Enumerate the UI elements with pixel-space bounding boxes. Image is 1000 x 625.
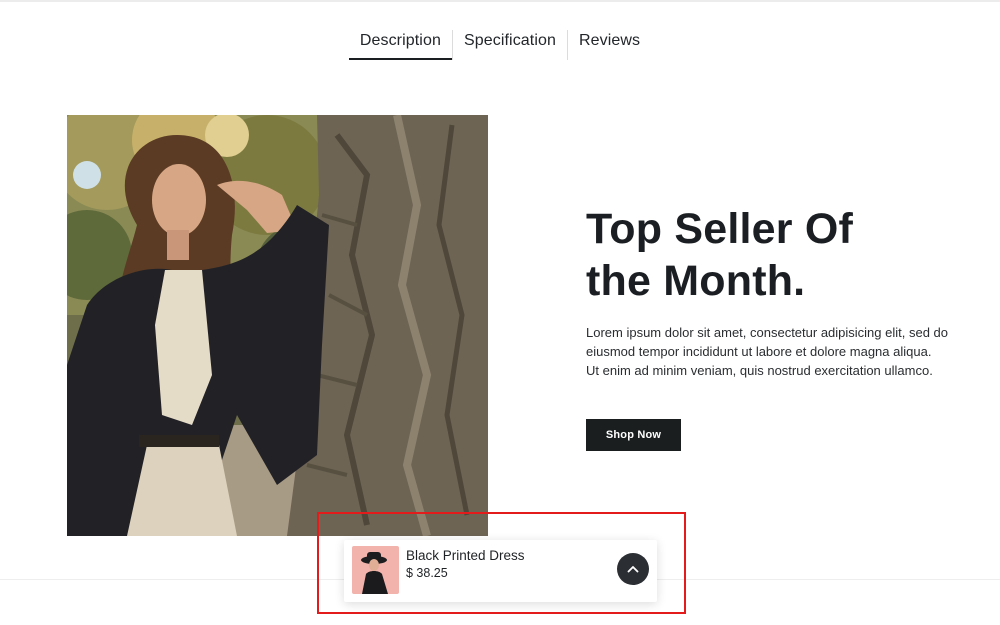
top-divider (0, 0, 1000, 2)
tab-specification[interactable]: Specification (451, 30, 567, 60)
heading-line-2: the Month. (586, 257, 806, 305)
highlight-frame (317, 512, 686, 614)
tab-description[interactable]: Description (348, 30, 453, 60)
product-tabs: Description Specification Reviews (0, 30, 1000, 60)
section-heading: Top Seller Of the Month. (586, 203, 966, 307)
section-description: Lorem ipsum dolor sit amet, consectetur … (586, 325, 949, 378)
tab-reviews[interactable]: Reviews (567, 30, 651, 60)
shop-now-button[interactable]: Shop Now (586, 419, 681, 451)
hero-image (67, 115, 488, 536)
heading-line-1: Top Seller Of (586, 205, 854, 253)
